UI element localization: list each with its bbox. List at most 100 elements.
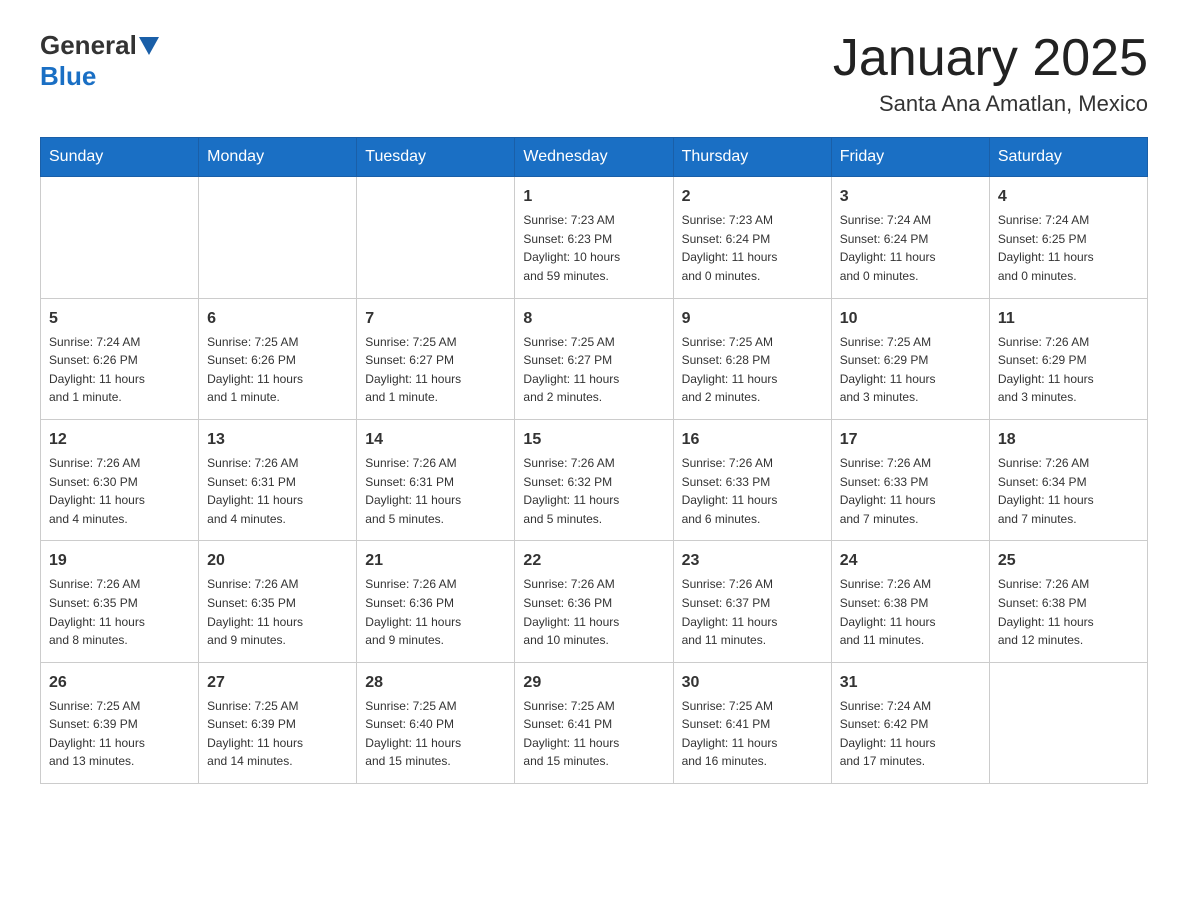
day-info: Sunrise: 7:26 AMSunset: 6:29 PMDaylight:… [998, 333, 1139, 407]
day-info: Sunrise: 7:26 AMSunset: 6:36 PMDaylight:… [523, 575, 664, 649]
calendar-cell: 2Sunrise: 7:23 AMSunset: 6:24 PMDaylight… [673, 177, 831, 298]
day-info: Sunrise: 7:25 AMSunset: 6:40 PMDaylight:… [365, 697, 506, 771]
day-info: Sunrise: 7:25 AMSunset: 6:41 PMDaylight:… [523, 697, 664, 771]
day-info: Sunrise: 7:23 AMSunset: 6:23 PMDaylight:… [523, 211, 664, 285]
day-number: 27 [207, 671, 348, 695]
day-info: Sunrise: 7:24 AMSunset: 6:42 PMDaylight:… [840, 697, 981, 771]
day-number: 18 [998, 428, 1139, 452]
calendar-cell: 15Sunrise: 7:26 AMSunset: 6:32 PMDayligh… [515, 419, 673, 540]
day-number: 15 [523, 428, 664, 452]
day-number: 13 [207, 428, 348, 452]
day-info: Sunrise: 7:26 AMSunset: 6:35 PMDaylight:… [207, 575, 348, 649]
calendar-week-row: 1Sunrise: 7:23 AMSunset: 6:23 PMDaylight… [41, 177, 1148, 298]
calendar-cell: 23Sunrise: 7:26 AMSunset: 6:37 PMDayligh… [673, 541, 831, 662]
calendar-cell: 22Sunrise: 7:26 AMSunset: 6:36 PMDayligh… [515, 541, 673, 662]
calendar-cell: 11Sunrise: 7:26 AMSunset: 6:29 PMDayligh… [989, 298, 1147, 419]
day-number: 14 [365, 428, 506, 452]
calendar-cell: 29Sunrise: 7:25 AMSunset: 6:41 PMDayligh… [515, 662, 673, 783]
day-number: 30 [682, 671, 823, 695]
day-number: 7 [365, 307, 506, 331]
calendar-cell: 8Sunrise: 7:25 AMSunset: 6:27 PMDaylight… [515, 298, 673, 419]
day-info: Sunrise: 7:26 AMSunset: 6:33 PMDaylight:… [682, 454, 823, 528]
calendar-cell [199, 177, 357, 298]
day-info: Sunrise: 7:25 AMSunset: 6:41 PMDaylight:… [682, 697, 823, 771]
calendar-cell: 6Sunrise: 7:25 AMSunset: 6:26 PMDaylight… [199, 298, 357, 419]
day-number: 25 [998, 549, 1139, 573]
day-number: 22 [523, 549, 664, 573]
calendar-cell: 26Sunrise: 7:25 AMSunset: 6:39 PMDayligh… [41, 662, 199, 783]
calendar-cell: 1Sunrise: 7:23 AMSunset: 6:23 PMDaylight… [515, 177, 673, 298]
day-info: Sunrise: 7:23 AMSunset: 6:24 PMDaylight:… [682, 211, 823, 285]
calendar-week-row: 12Sunrise: 7:26 AMSunset: 6:30 PMDayligh… [41, 419, 1148, 540]
day-info: Sunrise: 7:25 AMSunset: 6:39 PMDaylight:… [49, 697, 190, 771]
day-number: 11 [998, 307, 1139, 331]
calendar-cell: 25Sunrise: 7:26 AMSunset: 6:38 PMDayligh… [989, 541, 1147, 662]
calendar-cell: 5Sunrise: 7:24 AMSunset: 6:26 PMDaylight… [41, 298, 199, 419]
day-info: Sunrise: 7:26 AMSunset: 6:32 PMDaylight:… [523, 454, 664, 528]
day-number: 10 [840, 307, 981, 331]
day-info: Sunrise: 7:26 AMSunset: 6:37 PMDaylight:… [682, 575, 823, 649]
day-number: 1 [523, 185, 664, 209]
weekday-header-monday: Monday [199, 138, 357, 177]
calendar-cell: 7Sunrise: 7:25 AMSunset: 6:27 PMDaylight… [357, 298, 515, 419]
day-info: Sunrise: 7:26 AMSunset: 6:30 PMDaylight:… [49, 454, 190, 528]
day-number: 16 [682, 428, 823, 452]
day-number: 3 [840, 185, 981, 209]
day-info: Sunrise: 7:26 AMSunset: 6:33 PMDaylight:… [840, 454, 981, 528]
day-number: 21 [365, 549, 506, 573]
weekday-header-tuesday: Tuesday [357, 138, 515, 177]
calendar-cell: 10Sunrise: 7:25 AMSunset: 6:29 PMDayligh… [831, 298, 989, 419]
day-number: 28 [365, 671, 506, 695]
day-number: 20 [207, 549, 348, 573]
day-number: 12 [49, 428, 190, 452]
calendar-cell: 19Sunrise: 7:26 AMSunset: 6:35 PMDayligh… [41, 541, 199, 662]
calendar-cell: 20Sunrise: 7:26 AMSunset: 6:35 PMDayligh… [199, 541, 357, 662]
calendar-cell [41, 177, 199, 298]
calendar-cell: 21Sunrise: 7:26 AMSunset: 6:36 PMDayligh… [357, 541, 515, 662]
weekday-header-thursday: Thursday [673, 138, 831, 177]
day-number: 23 [682, 549, 823, 573]
day-info: Sunrise: 7:26 AMSunset: 6:31 PMDaylight:… [365, 454, 506, 528]
day-info: Sunrise: 7:25 AMSunset: 6:29 PMDaylight:… [840, 333, 981, 407]
day-info: Sunrise: 7:25 AMSunset: 6:27 PMDaylight:… [523, 333, 664, 407]
calendar-cell: 28Sunrise: 7:25 AMSunset: 6:40 PMDayligh… [357, 662, 515, 783]
location-title: Santa Ana Amatlan, Mexico [833, 91, 1148, 117]
day-info: Sunrise: 7:26 AMSunset: 6:38 PMDaylight:… [998, 575, 1139, 649]
day-info: Sunrise: 7:24 AMSunset: 6:26 PMDaylight:… [49, 333, 190, 407]
logo-triangle-icon [139, 37, 159, 55]
calendar-week-row: 19Sunrise: 7:26 AMSunset: 6:35 PMDayligh… [41, 541, 1148, 662]
logo: General Blue [40, 30, 161, 92]
calendar-cell: 14Sunrise: 7:26 AMSunset: 6:31 PMDayligh… [357, 419, 515, 540]
calendar-cell: 18Sunrise: 7:26 AMSunset: 6:34 PMDayligh… [989, 419, 1147, 540]
calendar-cell: 12Sunrise: 7:26 AMSunset: 6:30 PMDayligh… [41, 419, 199, 540]
day-info: Sunrise: 7:25 AMSunset: 6:28 PMDaylight:… [682, 333, 823, 407]
calendar-cell: 24Sunrise: 7:26 AMSunset: 6:38 PMDayligh… [831, 541, 989, 662]
day-info: Sunrise: 7:25 AMSunset: 6:27 PMDaylight:… [365, 333, 506, 407]
calendar-cell: 16Sunrise: 7:26 AMSunset: 6:33 PMDayligh… [673, 419, 831, 540]
month-title: January 2025 [833, 30, 1148, 87]
day-number: 24 [840, 549, 981, 573]
weekday-header-row: SundayMondayTuesdayWednesdayThursdayFrid… [41, 138, 1148, 177]
calendar-cell: 4Sunrise: 7:24 AMSunset: 6:25 PMDaylight… [989, 177, 1147, 298]
calendar-week-row: 26Sunrise: 7:25 AMSunset: 6:39 PMDayligh… [41, 662, 1148, 783]
day-info: Sunrise: 7:26 AMSunset: 6:36 PMDaylight:… [365, 575, 506, 649]
weekday-header-wednesday: Wednesday [515, 138, 673, 177]
day-number: 29 [523, 671, 664, 695]
day-number: 26 [49, 671, 190, 695]
page-header: General Blue January 2025 Santa Ana Amat… [40, 30, 1148, 117]
weekday-header-friday: Friday [831, 138, 989, 177]
calendar-cell: 13Sunrise: 7:26 AMSunset: 6:31 PMDayligh… [199, 419, 357, 540]
day-info: Sunrise: 7:25 AMSunset: 6:26 PMDaylight:… [207, 333, 348, 407]
day-number: 9 [682, 307, 823, 331]
calendar-table: SundayMondayTuesdayWednesdayThursdayFrid… [40, 137, 1148, 784]
weekday-header-saturday: Saturday [989, 138, 1147, 177]
day-info: Sunrise: 7:24 AMSunset: 6:25 PMDaylight:… [998, 211, 1139, 285]
day-info: Sunrise: 7:26 AMSunset: 6:38 PMDaylight:… [840, 575, 981, 649]
calendar-cell: 3Sunrise: 7:24 AMSunset: 6:24 PMDaylight… [831, 177, 989, 298]
calendar-cell: 17Sunrise: 7:26 AMSunset: 6:33 PMDayligh… [831, 419, 989, 540]
logo-blue-text: Blue [40, 61, 96, 91]
day-info: Sunrise: 7:26 AMSunset: 6:34 PMDaylight:… [998, 454, 1139, 528]
calendar-cell: 31Sunrise: 7:24 AMSunset: 6:42 PMDayligh… [831, 662, 989, 783]
day-info: Sunrise: 7:25 AMSunset: 6:39 PMDaylight:… [207, 697, 348, 771]
title-block: January 2025 Santa Ana Amatlan, Mexico [833, 30, 1148, 117]
